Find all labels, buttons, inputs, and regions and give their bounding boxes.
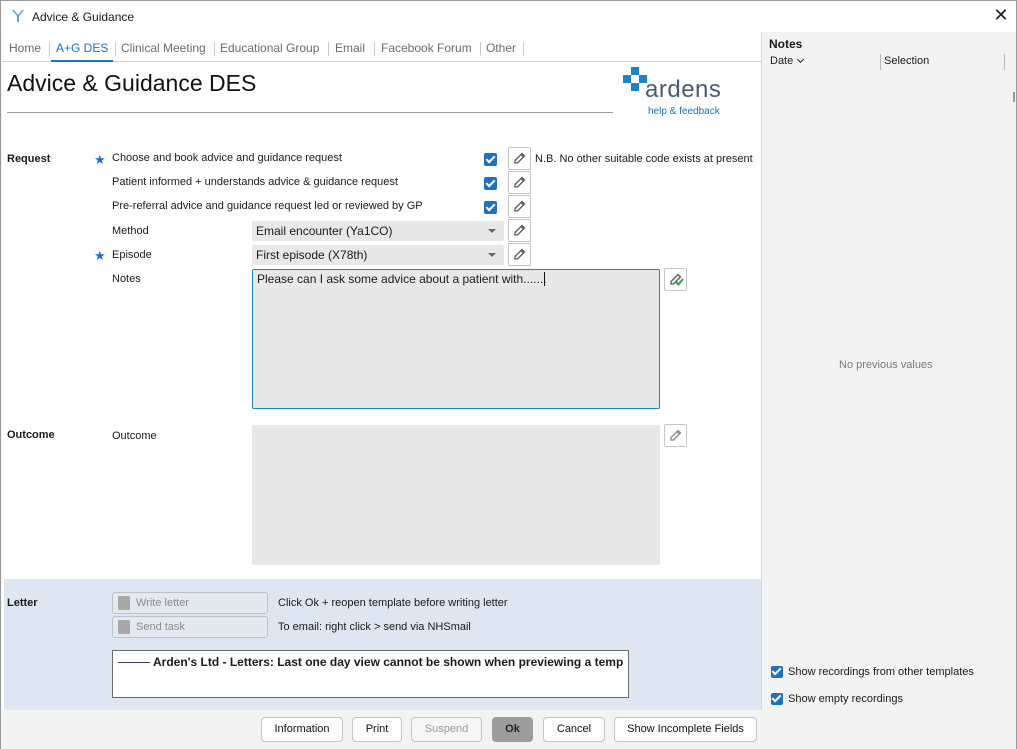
write-letter-label: Write letter [136, 597, 189, 609]
cancel-button[interactable]: Cancel [543, 717, 605, 742]
pencil-icon[interactable] [664, 424, 687, 447]
tab-divider [328, 42, 329, 56]
pre-referral-checkbox[interactable] [484, 201, 497, 214]
tab-divider [214, 42, 215, 56]
show-empty-recordings-checkbox[interactable] [771, 693, 783, 705]
scrollbar-thumb[interactable] [1013, 92, 1015, 102]
selection-column-header[interactable]: Selection [884, 55, 929, 67]
ardens-logo[interactable]: ardens help & feedback [622, 66, 732, 122]
episode-dropdown[interactable]: First episode (X78th) [252, 245, 504, 265]
pencil-icon[interactable] [508, 195, 531, 218]
date-column-header[interactable]: Date [770, 55, 805, 67]
nb-note: N.B. No other suitable code exists at pr… [535, 153, 753, 165]
no-previous-values-text: No previous values [839, 359, 933, 371]
outcome-section-label: Outcome [7, 429, 55, 441]
write-letter-note: Click Ok + reopen template before writin… [278, 597, 508, 609]
logo-brand-text: ardens [645, 76, 722, 103]
notes-table-header: Date Selection [769, 54, 1005, 70]
app-logo-icon [10, 8, 26, 24]
tab-clinical-meeting[interactable]: Clinical Meeting [121, 35, 206, 62]
pencil-icon[interactable] [508, 243, 531, 266]
tab-bar: Home A+G DES Clinical Meeting Educationa… [2, 35, 762, 62]
required-star-icon: ★ [94, 152, 106, 167]
print-button[interactable]: Print [352, 717, 402, 742]
tab-divider [115, 42, 116, 56]
ok-button[interactable]: Ok [492, 717, 533, 742]
outcome-label: Outcome [112, 430, 157, 442]
dropdown-arrow-icon [488, 253, 496, 257]
task-icon [118, 620, 130, 634]
show-empty-recordings-label: Show empty recordings [788, 693, 903, 705]
send-task-button[interactable]: Send task [112, 616, 268, 638]
sort-chevron-icon [797, 55, 805, 64]
tab-home[interactable]: Home [9, 35, 41, 62]
preview-line [118, 662, 150, 663]
notes-history-pane: Notes Date Selection No previous values … [763, 32, 1016, 710]
notes-panel-title: Notes [769, 37, 803, 51]
show-incomplete-fields-button[interactable]: Show Incomplete Fields [614, 717, 757, 742]
patient-informed-label: Patient informed + understands advice & … [112, 176, 398, 188]
suspend-button[interactable]: Suspend [411, 717, 482, 742]
information-button[interactable]: Information [261, 717, 343, 742]
write-letter-button[interactable]: Write letter [112, 592, 268, 614]
tab-divider [49, 42, 50, 56]
dropdown-arrow-icon [488, 229, 496, 233]
notes-label: Notes [112, 273, 141, 285]
document-icon [118, 596, 130, 610]
title-bar: Advice & Guidance ✕ [1, 1, 1016, 32]
tab-divider [374, 42, 375, 56]
episode-label: Episode [112, 249, 152, 261]
show-other-templates-label: Show recordings from other templates [788, 666, 974, 678]
method-label: Method [112, 225, 149, 237]
date-column-label: Date [770, 55, 794, 67]
letter-preview-text: Arden's Ltd - Letters: Last one day view… [153, 655, 624, 669]
advice-guidance-window: Advice & Guidance ✕ Home A+G DES Clinica… [0, 0, 1017, 749]
pencil-icon[interactable] [508, 219, 531, 242]
tab-ag-des[interactable]: A+G DES [51, 35, 114, 62]
pencil-icon[interactable] [508, 171, 531, 194]
text-cursor [543, 272, 545, 286]
letter-preview[interactable]: Arden's Ltd - Letters: Last one day view… [112, 650, 629, 698]
footer-bar: Information Print Suspend Ok Cancel Show… [1, 710, 1016, 749]
pre-referral-label: Pre-referral advice and guidance request… [112, 200, 423, 212]
tab-educational-group[interactable]: Educational Group [220, 35, 319, 62]
tab-divider [523, 42, 524, 56]
pencil-check-icon[interactable] [664, 268, 687, 291]
pencil-icon[interactable] [508, 147, 531, 170]
notes-text: Please can I ask some advice about a pat… [257, 272, 547, 286]
required-star-icon: ★ [94, 248, 106, 263]
tab-other[interactable]: Other [486, 35, 516, 62]
column-divider[interactable] [880, 54, 881, 70]
method-dropdown[interactable]: Email encounter (Ya1CO) [252, 221, 504, 241]
request-section-label: Request [7, 153, 51, 165]
choose-book-checkbox[interactable] [484, 153, 497, 166]
notes-textarea[interactable]: Please can I ask some advice about a pat… [252, 269, 660, 409]
column-divider[interactable] [1004, 54, 1005, 70]
outcome-textarea[interactable] [252, 425, 660, 565]
episode-value: First episode (X78th) [256, 248, 368, 262]
tab-email[interactable]: Email [335, 35, 365, 62]
patient-informed-checkbox[interactable] [484, 177, 497, 190]
template-pane: Home A+G DES Clinical Meeting Educationa… [2, 32, 762, 710]
close-icon[interactable]: ✕ [989, 5, 1013, 27]
method-value: Email encounter (Ya1CO) [256, 224, 393, 238]
letter-section-label: Letter [7, 597, 38, 609]
help-feedback-link[interactable]: help & feedback [648, 106, 720, 117]
tab-divider [480, 42, 481, 56]
title-divider [7, 112, 613, 113]
window-title: Advice & Guidance [32, 10, 135, 24]
send-task-note: To email: right click > send via NHSmail [278, 621, 471, 633]
choose-book-label: Choose and book advice and guidance requ… [112, 152, 342, 164]
tab-facebook-forum[interactable]: Facebook Forum [381, 35, 472, 62]
send-task-label: Send task [136, 621, 185, 633]
letter-panel: Letter Write letter Click Ok + reopen te… [4, 579, 761, 710]
show-other-templates-checkbox[interactable] [771, 666, 783, 678]
page-title: Advice & Guidance DES [7, 70, 257, 96]
